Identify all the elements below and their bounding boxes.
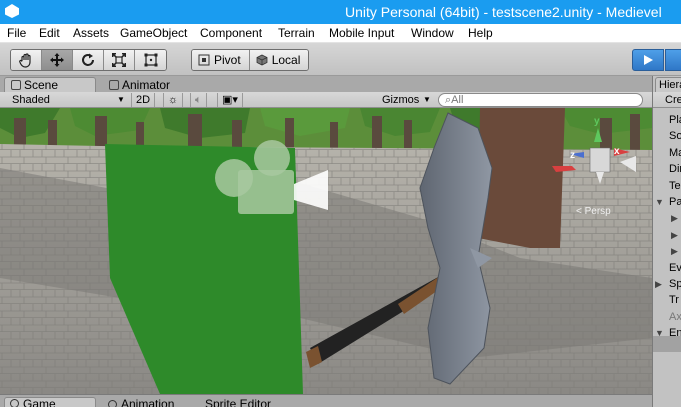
- scale-icon: [112, 53, 126, 67]
- audio-toggle[interactable]: 🔈︎: [190, 93, 207, 107]
- menu-bar: File Edit Assets GameObject Component Te…: [0, 24, 681, 43]
- hierarchy-item[interactable]: Ma: [669, 145, 681, 161]
- tab-animation-label: Animation: [121, 397, 175, 407]
- expand-arrow-down-icon[interactable]: ▼: [655, 328, 664, 338]
- hierarchy-item[interactable]: Pla: [669, 112, 681, 128]
- search-placeholder: All: [451, 94, 464, 106]
- tab-scene-label: Scene: [24, 78, 59, 92]
- pivot-label: Pivot: [214, 53, 241, 67]
- local-label: Local: [271, 53, 301, 67]
- tab-sprite-editor-label: Sprite Editor: [205, 397, 272, 407]
- menu-edit[interactable]: Edit: [39, 26, 60, 40]
- hierarchy-item[interactable]: Ax: [669, 309, 681, 325]
- 2d-toggle[interactable]: 2D: [131, 93, 156, 107]
- tab-scene[interactable]: Scene: [4, 77, 96, 92]
- tab-animator-label: Animator: [122, 77, 171, 92]
- play-button[interactable]: [632, 49, 664, 71]
- shading-dropdown-arrow-icon: ▼: [117, 95, 125, 104]
- pivot-controls: Pivot Local: [191, 49, 310, 71]
- hand-icon: [19, 53, 31, 68]
- title-bar: Unity Personal (64bit) - testscene2.unit…: [0, 0, 681, 24]
- main-toolbar: Pivot Local: [0, 43, 681, 76]
- tab-animation[interactable]: Animation: [108, 398, 174, 407]
- scale-tool-button[interactable]: [104, 50, 135, 70]
- tab-animator[interactable]: Animator: [103, 77, 176, 92]
- expand-arrow-right-icon[interactable]: ▶: [671, 246, 678, 257]
- hierarchy-item[interactable]: Ev: [669, 260, 681, 276]
- hierarchy-item[interactable]: Te: [669, 178, 681, 194]
- hierarchy-item[interactable]: Dir: [669, 161, 681, 177]
- transform-tools: [10, 49, 167, 71]
- menu-mobile-input[interactable]: Mobile Input: [329, 26, 394, 40]
- menu-help[interactable]: Help: [468, 26, 493, 40]
- effects-toggle[interactable]: ▣▾: [217, 93, 243, 107]
- hierarchy-item[interactable]: Pa: [669, 194, 681, 210]
- menu-window[interactable]: Window: [411, 26, 454, 40]
- menu-component[interactable]: Component: [200, 26, 262, 40]
- hierarchy-create-button[interactable]: Create: [665, 94, 681, 106]
- tab-game-label: Game: [23, 396, 56, 407]
- expand-arrow-down-icon[interactable]: ▼: [655, 197, 664, 207]
- scene-render[interactable]: y z x < Persp: [0, 108, 652, 394]
- tab-sprite-editor[interactable]: Sprite Editor: [205, 398, 271, 407]
- hierarchy-item[interactable]: Tr: [669, 292, 679, 308]
- tab-hierarchy[interactable]: Hierarchy: [655, 77, 681, 92]
- animation-tab-icon: [108, 399, 117, 407]
- gizmo-z-label: z: [570, 150, 575, 161]
- gizmo-projection-label[interactable]: < Persp: [576, 206, 611, 217]
- scene-control-bar: Shaded ▼ 2D ☼ 🔈︎ ▣▾ Gizmos ▼ ⌕All: [0, 92, 652, 108]
- scene-viewport[interactable]: y z x < Persp: [0, 108, 652, 394]
- tab-game[interactable]: Game: [4, 397, 96, 407]
- rotate-tool-button[interactable]: [73, 50, 104, 70]
- local-toggle[interactable]: Local: [248, 50, 309, 70]
- menu-assets[interactable]: Assets: [73, 26, 109, 40]
- shading-mode-dropdown[interactable]: Shaded: [12, 93, 50, 107]
- play-icon: [644, 55, 653, 65]
- hierarchy-item[interactable]: So: [669, 128, 681, 144]
- expand-arrow-right-icon[interactable]: ▶: [655, 279, 662, 290]
- move-tool-button[interactable]: [42, 50, 73, 70]
- game-tab-icon: [10, 399, 19, 407]
- expand-arrow-right-icon[interactable]: ▶: [671, 213, 678, 224]
- menu-terrain[interactable]: Terrain: [278, 26, 315, 40]
- move-icon: [50, 53, 64, 67]
- window-title: Unity Personal (64bit) - testscene2.unit…: [345, 4, 662, 20]
- pause-button[interactable]: [665, 49, 681, 71]
- lighting-toggle[interactable]: ☼: [163, 93, 184, 107]
- gizmo-y-label: y: [594, 116, 600, 127]
- rect-transform-icon: [144, 53, 157, 67]
- bottom-tab-strip: Game Animation Sprite Editor: [0, 394, 652, 407]
- pivot-icon: [198, 54, 210, 66]
- scene-search-input[interactable]: ⌕All: [438, 93, 643, 107]
- cube-icon: [256, 54, 268, 66]
- animator-tab-icon: [109, 79, 119, 90]
- gizmos-dropdown-arrow-icon: ▼: [423, 95, 431, 104]
- unity-logo-icon: [5, 4, 19, 18]
- menu-gameobject[interactable]: GameObject: [120, 26, 187, 40]
- gizmos-dropdown[interactable]: Gizmos: [382, 93, 419, 107]
- rect-tool-button[interactable]: [135, 50, 166, 70]
- expand-arrow-right-icon[interactable]: ▶: [671, 230, 678, 241]
- hierarchy-panel: Hierarchy Create PlaSoMaDirTe ▼ Pa ▶ ▶ ▶ Ev ▶ Sp…: [652, 76, 681, 407]
- rotate-icon: [82, 53, 94, 66]
- pivot-toggle[interactable]: Pivot: [192, 50, 249, 70]
- hierarchy-item[interactable]: Sp: [669, 276, 681, 292]
- scene-tab-icon: [11, 80, 21, 90]
- scene-tab-strip: Scene Animator: [0, 76, 652, 92]
- menu-file[interactable]: File: [7, 26, 26, 40]
- gizmo-x-label: x: [614, 146, 620, 157]
- hand-tool-button[interactable]: [11, 50, 42, 70]
- hierarchy-item[interactable]: En: [669, 325, 681, 341]
